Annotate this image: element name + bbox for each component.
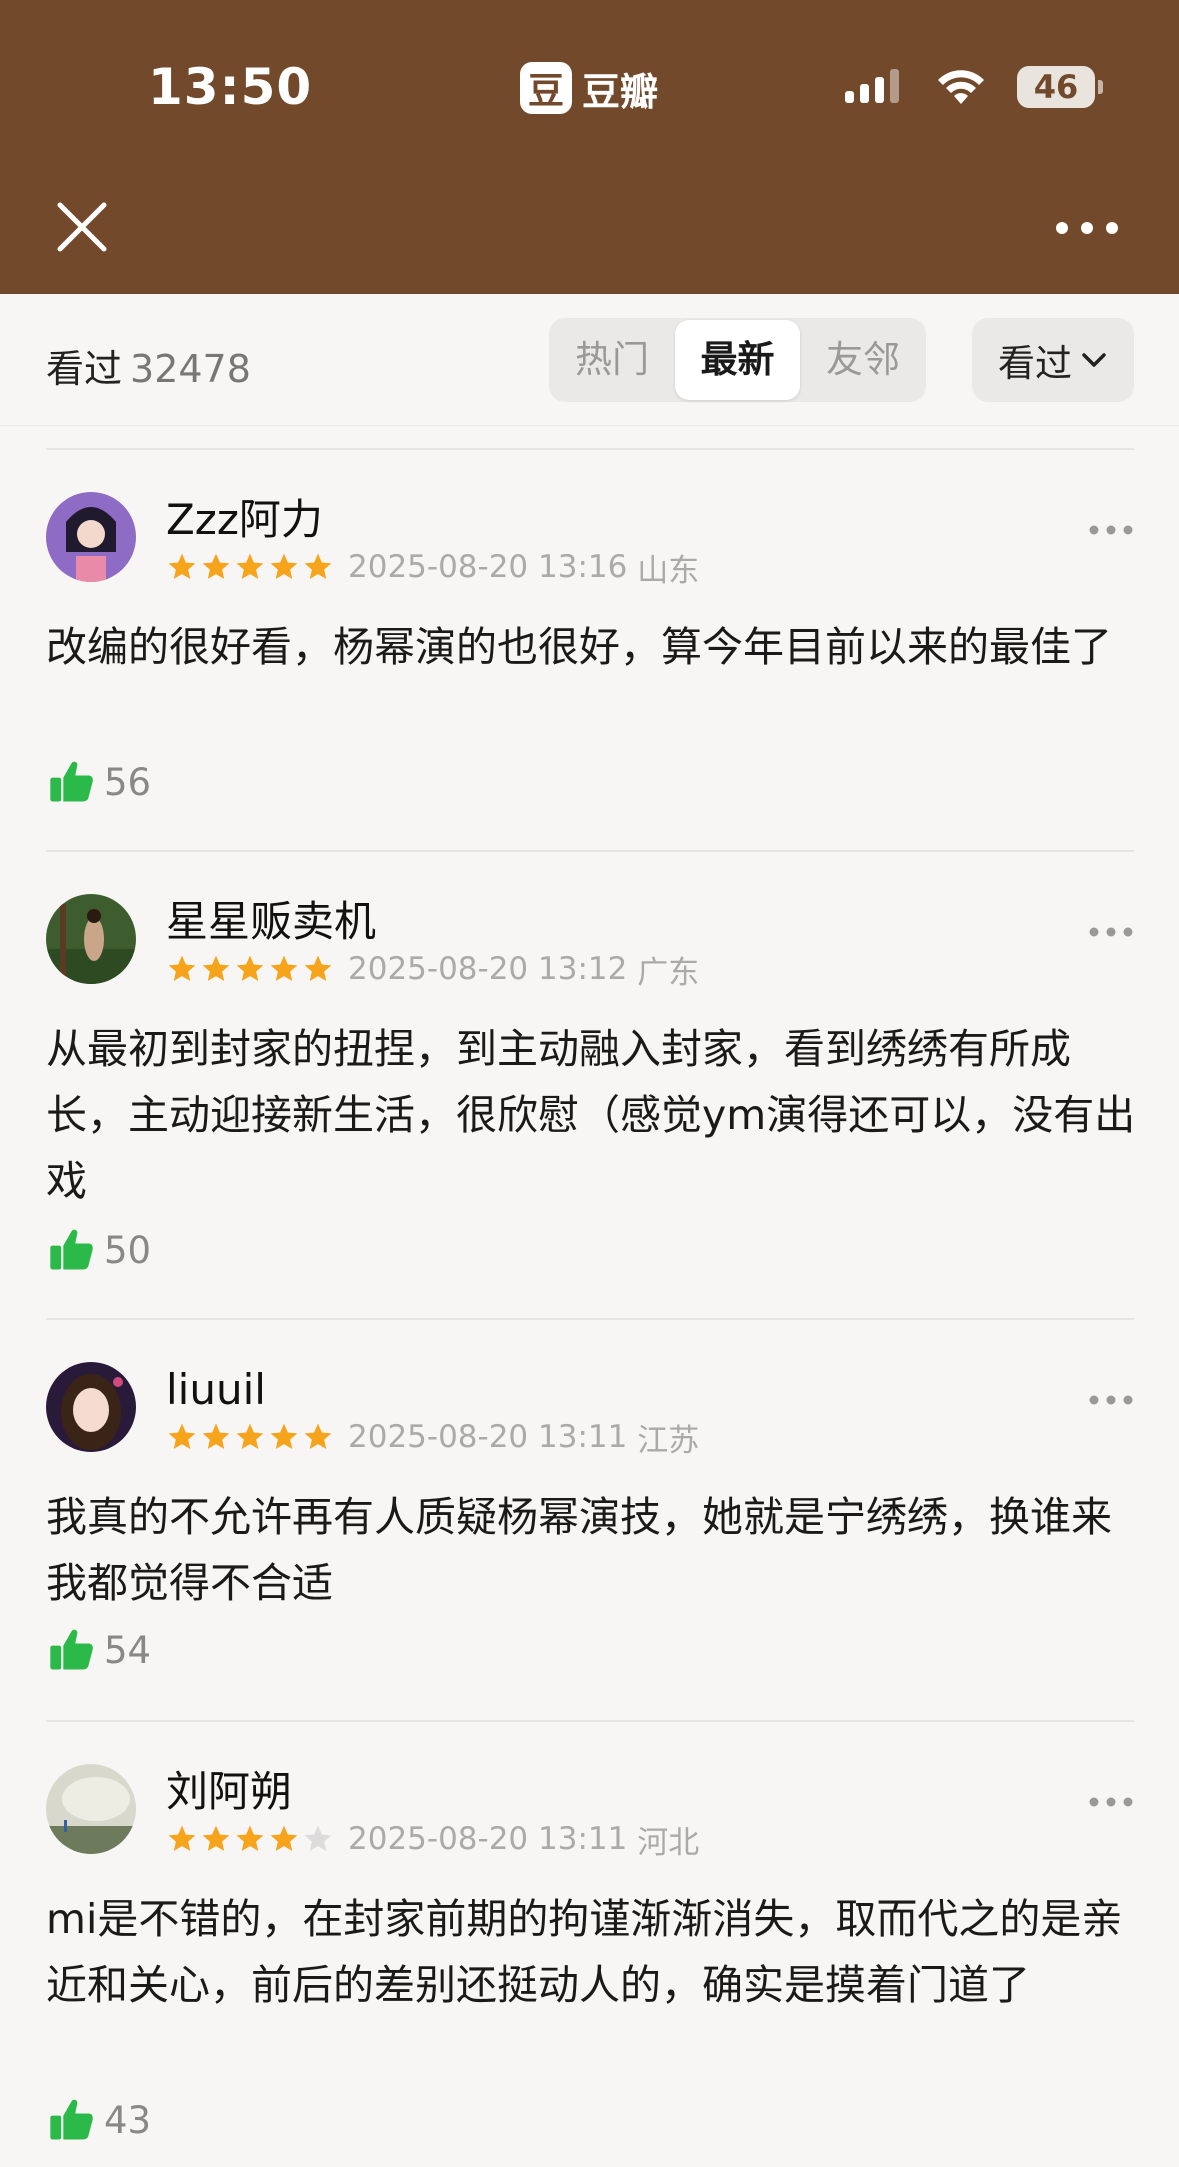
review-meta: 2025-08-20 13:16 山东: [166, 548, 699, 589]
more-horizontal-icon: [1089, 1797, 1133, 1807]
star-full-icon: [236, 1825, 264, 1851]
like-button[interactable]: 54: [46, 1624, 151, 1676]
star-full-icon: [270, 553, 298, 579]
star-full-icon: [270, 1825, 298, 1851]
watched-count-label: 看过 32478: [46, 338, 251, 393]
review-content: mi是不错的，在封家前期的拘谨渐渐消失，取而代之的是亲近和关心，前后的差别还挺动…: [46, 1895, 1123, 2009]
rating-stars: [166, 1421, 334, 1453]
avatar[interactable]: [46, 894, 136, 984]
watched-label-text: 看过: [46, 347, 123, 391]
review-datetime: 2025-08-20 13:16: [348, 549, 628, 585]
tab-friends[interactable]: 友邻: [800, 318, 926, 402]
app-logo: 豆: [520, 62, 572, 114]
thumbs-up-icon: [50, 2099, 93, 2140]
app-name: 豆瓣: [582, 69, 659, 114]
star-full-icon: [202, 1825, 230, 1851]
like-button[interactable]: 50: [46, 1224, 151, 1276]
sort-segmented-control: 热门 最新 友邻: [549, 318, 926, 402]
star-full-icon: [202, 1423, 230, 1449]
review-more-button[interactable]: [1088, 924, 1134, 940]
close-icon: [57, 202, 107, 252]
more-horizontal-icon: [1089, 1395, 1133, 1405]
star-full-icon: [236, 1423, 264, 1449]
review-datetime: 2025-08-20 13:11: [348, 1419, 628, 1455]
rating-stars: [166, 1823, 334, 1855]
review-location: 河北: [637, 1824, 700, 1861]
like-button[interactable]: 56: [46, 756, 151, 808]
app-header: [0, 0, 1179, 294]
username[interactable]: Zzz阿力: [166, 492, 323, 548]
review-content: 改编的很好看，杨幂演的也很好，算今年目前以来的最佳了: [46, 623, 1112, 671]
star-full-icon: [168, 1825, 196, 1851]
star-full-icon: [304, 553, 332, 579]
review-content: 从最初到封家的扭捏，到主动融入封家，看到绣绣有所成长，主动迎接新生活，很欣慰（感…: [46, 1025, 1136, 1205]
more-options-button[interactable]: [1052, 208, 1122, 248]
star-full-icon: [168, 1423, 196, 1449]
tab-hot[interactable]: 热门: [549, 318, 675, 402]
username[interactable]: liuuil: [166, 1362, 266, 1418]
star-full-icon: [304, 1423, 332, 1449]
review-content: 我真的不允许再有人质疑杨幂演技，她就是宁绣绣，换谁来我都觉得不合适: [46, 1493, 1112, 1607]
app-brand: 豆 豆瓣: [520, 62, 658, 114]
status-icons: 46: [845, 64, 1103, 110]
star-full-icon: [236, 553, 264, 579]
divider: [46, 1720, 1134, 1722]
filter-label: 看过: [998, 342, 1072, 385]
chevron-down-icon: [1082, 353, 1106, 367]
review-location: 山东: [637, 552, 700, 589]
review-meta: 2025-08-20 13:11 河北: [166, 1820, 699, 1861]
divider: [46, 1318, 1134, 1320]
rating-stars: [166, 953, 334, 985]
review-datetime: 2025-08-20 13:11: [348, 1821, 628, 1857]
more-horizontal-icon: [1089, 927, 1133, 937]
thumbs-up-icon: [50, 1629, 93, 1670]
like-count: 50: [104, 1228, 152, 1272]
review-meta: 2025-08-20 13:12 广东: [166, 950, 699, 991]
battery-indicator: 46: [1017, 66, 1103, 108]
star-full-icon: [270, 955, 298, 981]
thumbs-up-icon: [50, 1229, 93, 1270]
review-location: 广东: [637, 954, 700, 991]
tab-latest[interactable]: 最新: [675, 320, 800, 400]
star-full-icon: [304, 955, 332, 981]
close-button[interactable]: [50, 195, 114, 259]
star-full-icon: [270, 1423, 298, 1449]
thumbs-up-icon: [50, 761, 93, 802]
star-full-icon: [168, 553, 196, 579]
review-datetime: 2025-08-20 13:12: [348, 951, 628, 987]
review-location: 江苏: [637, 1422, 700, 1459]
username[interactable]: 星星贩卖机: [166, 894, 376, 950]
like-count: 54: [104, 1628, 152, 1672]
wifi-icon: [938, 70, 984, 104]
status-filter-dropdown[interactable]: 看过: [972, 318, 1134, 402]
more-horizontal-icon: [1089, 525, 1133, 535]
review-more-button[interactable]: [1088, 1794, 1134, 1810]
star-full-icon: [202, 553, 230, 579]
star-empty-icon: [304, 1825, 332, 1851]
username[interactable]: 刘阿朔: [166, 1764, 292, 1820]
avatar[interactable]: [46, 1764, 136, 1854]
more-horizontal-icon: [1056, 222, 1118, 234]
avatar[interactable]: [46, 1362, 136, 1452]
star-full-icon: [202, 955, 230, 981]
divider: [46, 850, 1134, 852]
star-full-icon: [236, 955, 264, 981]
cellular-signal-icon: [845, 69, 899, 103]
status-time: 13:50: [148, 58, 313, 116]
star-full-icon: [168, 955, 196, 981]
like-button[interactable]: 43: [46, 2094, 151, 2146]
rating-stars: [166, 551, 334, 583]
review-more-button[interactable]: [1088, 1392, 1134, 1408]
avatar[interactable]: [46, 492, 136, 582]
like-count: 43: [104, 2098, 152, 2142]
review-meta: 2025-08-20 13:11 江苏: [166, 1418, 699, 1459]
like-count: 56: [104, 760, 152, 804]
divider: [46, 448, 1134, 450]
review-more-button[interactable]: [1088, 522, 1134, 538]
watched-count: 32478: [130, 347, 251, 391]
